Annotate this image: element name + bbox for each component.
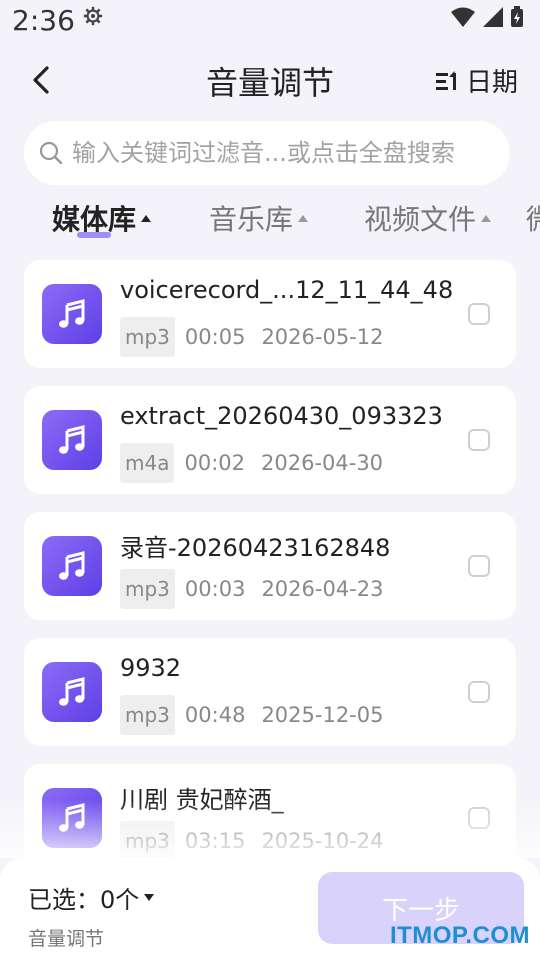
file-meta: mp3 03:15 2025-10-24 (120, 821, 383, 861)
file-duration: 00:05 (184, 325, 246, 349)
select-checkbox[interactable] (468, 681, 490, 703)
list-item[interactable]: 录音-20260423162848 mp3 00:03 2026-04-23 (24, 512, 516, 620)
file-meta: mp3 00:03 2026-04-23 (120, 569, 383, 609)
watermark: ITMOP.COM (389, 922, 530, 949)
tab-label: 音乐库 (209, 203, 294, 236)
search-input[interactable] (72, 139, 502, 167)
music-note-icon (42, 662, 102, 722)
file-list: voicerecord_...12_11_44_48 mp3 00:05 202… (24, 260, 516, 890)
file-ext-badge: m4a (120, 443, 175, 483)
category-tabs: 媒体库 音乐库 视频文件 微 (0, 198, 540, 248)
select-checkbox[interactable] (468, 807, 490, 829)
file-name: extract_20260430_093323 (120, 402, 443, 430)
search-bar[interactable] (24, 121, 510, 185)
file-meta: m4a 00:02 2026-04-30 (120, 443, 383, 483)
file-ext-badge: mp3 (120, 569, 175, 609)
wifi-icon (451, 7, 475, 27)
tab-music-library[interactable]: 音乐库 (209, 198, 309, 238)
selected-count-label: 已选：0个 (28, 886, 140, 914)
file-duration: 00:02 (184, 451, 245, 475)
tab-label: 视频文件 (364, 203, 477, 236)
music-note-icon (42, 536, 102, 596)
tab-wechat[interactable]: 微 (526, 198, 540, 238)
file-name: 9932 (120, 654, 182, 682)
list-item[interactable]: extract_20260430_093323 m4a 00:02 2026-0… (24, 386, 516, 494)
status-bar: 2:36 (0, 0, 540, 44)
search-icon (39, 141, 63, 165)
file-date: 2026-04-30 (261, 451, 384, 475)
select-checkbox[interactable] (468, 429, 490, 451)
select-checkbox[interactable] (468, 555, 490, 577)
status-time: 2:36 (12, 4, 75, 37)
caret-down-icon (144, 893, 155, 901)
file-duration: 00:03 (184, 577, 246, 601)
music-note-icon (42, 284, 102, 344)
music-note-icon (42, 410, 102, 470)
caret-up-icon (141, 215, 152, 222)
selected-count-dropdown[interactable]: 已选：0个 (28, 880, 155, 915)
tab-label: 微 (526, 198, 540, 238)
file-ext-badge: mp3 (120, 821, 175, 861)
music-note-icon (42, 788, 102, 848)
file-name: 录音-20260423162848 (120, 534, 391, 562)
file-date: 2025-10-24 (261, 829, 384, 853)
select-checkbox[interactable] (468, 303, 490, 325)
bottom-subtitle: 音量调节 (28, 928, 105, 950)
file-duration: 03:15 (184, 829, 246, 853)
file-name: 川剧 贵妃醉酒_ (120, 786, 284, 814)
file-ext-badge: mp3 (120, 695, 175, 735)
bottom-bar: 已选：0个 音量调节 下一步 ITMOP.COM (0, 858, 540, 960)
file-meta: mp3 00:48 2025-12-05 (120, 695, 383, 735)
list-item[interactable]: 川剧 贵妃醉酒_ mp3 03:15 2025-10-24 (24, 764, 516, 872)
file-date: 2025-12-05 (261, 703, 384, 727)
list-item[interactable]: 9932 mp3 00:48 2025-12-05 (24, 638, 516, 746)
active-tab-indicator (77, 232, 111, 238)
sort-icon (435, 70, 456, 90)
list-item[interactable]: voicerecord_...12_11_44_48 mp3 00:05 202… (24, 260, 516, 368)
status-icons (450, 6, 524, 28)
file-meta: mp3 00:05 2026-05-12 (120, 317, 383, 357)
file-duration: 00:48 (184, 703, 246, 727)
caret-up-icon (298, 215, 309, 222)
tab-video-files[interactable]: 视频文件 (364, 198, 492, 238)
sort-button[interactable]: 日期 (434, 62, 518, 99)
header: 音量调节 日期 (0, 52, 540, 108)
gear-icon (83, 6, 103, 26)
file-date: 2026-05-12 (261, 325, 384, 349)
file-ext-badge: mp3 (120, 317, 175, 357)
caret-up-icon (481, 215, 492, 222)
file-name: voicerecord_...12_11_44_48 (120, 276, 454, 304)
file-date: 2026-04-23 (261, 577, 384, 601)
battery-charging-icon (511, 6, 523, 27)
signal-icon (483, 7, 503, 27)
sort-label: 日期 (465, 68, 518, 98)
